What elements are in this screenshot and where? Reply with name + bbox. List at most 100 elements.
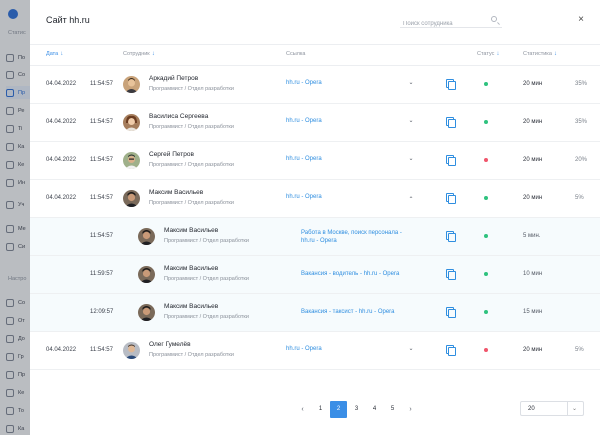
sub-row[interactable]: 11:59:57 Максим Васильев Программист / О… — [30, 256, 600, 294]
visited-link[interactable]: hh.ru - Opera — [286, 155, 322, 163]
chevron-down-icon[interactable]: ⌄ — [407, 117, 415, 124]
employee-name: Максим Васильев — [164, 265, 219, 272]
modal-title: Сайт hh.ru — [46, 15, 90, 25]
search-input[interactable] — [400, 17, 484, 31]
time-stat: 10 мин — [523, 271, 543, 277]
close-button[interactable]: × — [576, 14, 586, 26]
table-row[interactable]: 04.04.2022 11:54:57 Василиса Сергеева Пр… — [30, 104, 600, 142]
avatar — [138, 228, 155, 245]
table-row[interactable]: 04.04.2022 11:54:57 Сергей Петров Програ… — [30, 142, 600, 180]
pagination: ‹ 1 2 3 4 5 › — [294, 401, 420, 418]
table-row-expanded[interactable]: 04.04.2022 11:54:57 Максим Васильев Прог… — [30, 180, 600, 218]
page-button-4[interactable]: 4 — [366, 401, 383, 418]
status-online-dot — [484, 310, 488, 314]
page-button-3[interactable]: 3 — [348, 401, 365, 418]
employee-position: Программист / Отдел разработки — [149, 200, 234, 206]
next-page-button[interactable]: › — [402, 401, 419, 418]
sub-row[interactable]: 11:54:57 Максим Васильев Программист / О… — [30, 218, 600, 256]
visited-link[interactable]: Вакансия - водитель - hh.ru - Opera — [301, 270, 399, 278]
row-date: 04.04.2022 — [46, 195, 77, 201]
chevron-down-icon: ⌄ — [572, 406, 578, 412]
sort-arrow-icon: ↓ — [553, 51, 557, 57]
status-online-dot — [484, 196, 488, 200]
avatar — [123, 114, 140, 131]
employee-position: Программист / Отдел разработки — [164, 276, 249, 282]
visited-link[interactable]: hh.ru - Opera — [286, 345, 322, 353]
chevron-down-icon[interactable]: ⌄ — [407, 155, 415, 162]
chevron-down-icon[interactable]: ⌄ — [407, 345, 415, 352]
copy-icon[interactable] — [446, 155, 456, 166]
page-button-2[interactable]: 2 — [330, 401, 347, 418]
percent-stat: 5% — [575, 195, 584, 201]
status-offline-dot — [484, 348, 488, 352]
percent-stat: 20% — [575, 157, 588, 163]
copy-icon[interactable] — [446, 269, 456, 280]
time-stat: 20 мин — [523, 81, 543, 87]
copy-icon[interactable] — [446, 231, 456, 242]
search-icon[interactable] — [491, 16, 497, 22]
select-divider — [567, 402, 568, 415]
time-stat: 20 мин — [523, 157, 543, 163]
status-online-dot — [484, 82, 488, 86]
employee-name: Максим Васильев — [164, 227, 219, 234]
column-stats[interactable]: Статистика ↓ — [523, 51, 557, 57]
copy-icon[interactable] — [446, 117, 456, 128]
copy-icon[interactable] — [446, 79, 456, 90]
sort-arrow-icon: ↓ — [60, 51, 64, 57]
employee-name: Аркадий Петров — [149, 75, 199, 82]
copy-icon[interactable] — [446, 307, 456, 318]
employee-name: Олег Гумелёв — [149, 341, 191, 348]
row-time: 11:54:57 — [90, 233, 113, 239]
employee-position: Программист / Отдел разработки — [149, 86, 234, 92]
row-time: 11:54:57 — [90, 119, 113, 125]
row-time: 12:09:57 — [90, 309, 114, 315]
visited-link[interactable]: hh.ru - Opera — [286, 193, 322, 201]
employee-name: Максим Васильев — [164, 303, 219, 310]
copy-icon[interactable] — [446, 193, 456, 204]
percent-stat: 35% — [575, 119, 588, 125]
avatar — [123, 190, 140, 207]
row-date: 04.04.2022 — [46, 81, 77, 87]
chevron-down-icon[interactable]: ⌄ — [407, 79, 415, 86]
page-button-1[interactable]: 1 — [312, 401, 329, 418]
row-date: 04.04.2022 — [46, 119, 77, 125]
row-time: 11:54:57 — [90, 157, 113, 163]
per-page-select[interactable]: 20 ⌄ — [520, 401, 584, 416]
status-online-dot — [484, 272, 488, 276]
prev-page-button[interactable]: ‹ — [294, 401, 311, 418]
sort-arrow-icon: ↓ — [496, 51, 500, 57]
visited-link[interactable]: hh.ru - Opera — [286, 79, 322, 87]
chevron-up-icon[interactable]: ⌃ — [407, 196, 415, 203]
column-link: Ссылка — [286, 51, 306, 57]
row-time: 11:59:57 — [90, 271, 113, 277]
link-line-2: hh.ru - Opera — [301, 238, 337, 244]
employee-position: Программист / Отдел разработки — [149, 124, 234, 130]
employee-search — [400, 12, 502, 31]
row-date: 04.04.2022 — [46, 347, 77, 353]
column-status[interactable]: Статус ↓ — [477, 51, 499, 57]
avatar — [123, 152, 140, 169]
time-stat: 20 мин — [523, 347, 543, 353]
copy-icon[interactable] — [446, 345, 456, 356]
table-header: Дата ↓ Сотрудник ↓ Ссылка Статус ↓ Статисти… — [30, 44, 600, 66]
employee-position: Программист / Отдел разработки — [149, 162, 234, 168]
table-row[interactable]: 04.04.2022 11:54:57 Аркадий Петров Прогр… — [30, 66, 600, 104]
visited-link[interactable]: Вакансия - таксист - hh.ru - Opera — [301, 308, 395, 316]
status-online-dot — [484, 120, 488, 124]
sort-arrow-icon: ↓ — [151, 51, 155, 57]
table-row[interactable]: 04.04.2022 11:54:57 Олег Гумелёв Програм… — [30, 332, 600, 370]
visited-link[interactable]: Работа в Москве, поиск персонала - hh.ru… — [301, 229, 402, 245]
site-details-modal: Сайт hh.ru × Дата↓ Сотрудник↓ Ссылка Ста… — [30, 0, 600, 435]
link-line-1: Работа в Москве, поиск персонала - — [301, 230, 402, 236]
column-date[interactable]: Дата ↓ — [46, 51, 63, 57]
employee-position: Программист / Отдел разработки — [164, 314, 249, 320]
page-button-5[interactable]: 5 — [384, 401, 401, 418]
avatar — [123, 342, 140, 359]
avatar — [123, 76, 140, 93]
employee-name: Сергей Петров — [149, 151, 194, 158]
visited-link[interactable]: hh.ru - Opera — [286, 117, 322, 125]
sub-row[interactable]: 12:09:57 Максим Васильев Программист / О… — [30, 294, 600, 332]
column-employee[interactable]: Сотрудник ↓ — [123, 51, 155, 57]
employee-name: Максим Васильев — [149, 189, 204, 196]
employee-name: Василиса Сергеева — [149, 113, 209, 120]
